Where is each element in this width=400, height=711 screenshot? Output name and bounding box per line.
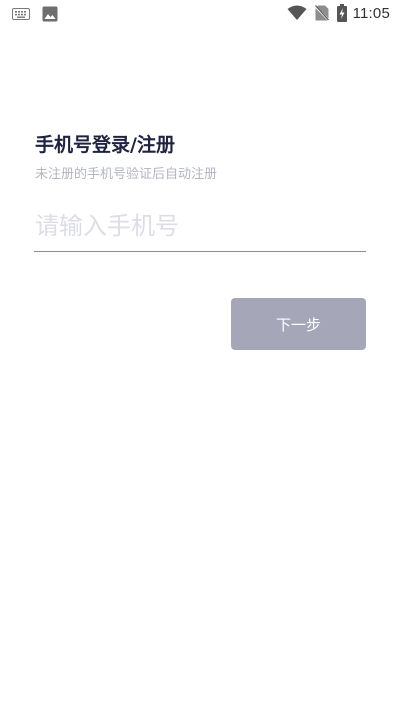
battery-charging-icon — [336, 4, 347, 22]
page-subtitle: 未注册的手机号验证后自动注册 — [35, 167, 218, 182]
next-button[interactable]: 下一步 — [231, 298, 366, 350]
status-bar: 11:05 — [0, 0, 400, 28]
page-title: 手机号登录/注册 — [35, 134, 175, 156]
login-screen: 11:05 手机号登录/注册 未注册的手机号验证后自动注册 下一步 — [0, 0, 400, 711]
wifi-icon — [287, 5, 307, 20]
status-time: 11:05 — [352, 4, 390, 22]
no-sim-icon — [314, 5, 329, 21]
phone-input[interactable] — [34, 200, 366, 252]
keyboard-icon — [12, 8, 30, 20]
status-bar-right: 11:05 — [287, 4, 390, 22]
image-icon — [42, 6, 58, 22]
status-bar-left — [12, 6, 58, 22]
